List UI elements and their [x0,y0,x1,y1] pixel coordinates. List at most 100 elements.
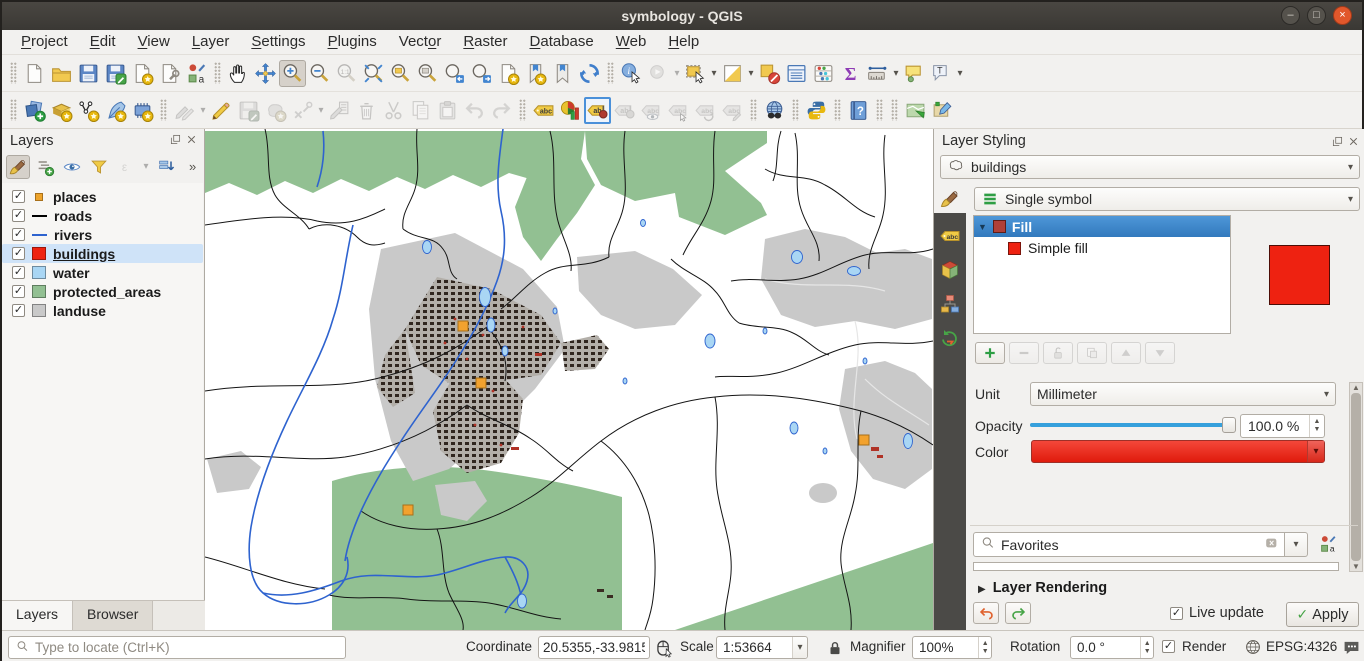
run-feature-action-button[interactable] [645,60,672,87]
current-edits-button[interactable] [171,97,198,124]
save-project-as-button[interactable] [102,60,129,87]
crs-label[interactable]: EPSG:4326 [1266,639,1337,654]
filter-by-expression-button[interactable]: ε [114,155,138,179]
cut-features-button[interactable] [380,97,407,124]
bookmark-manager-button[interactable] [549,60,576,87]
float-panel-icon[interactable] [169,133,182,146]
new-print-layout-button[interactable] [129,60,156,87]
feature-action-dropdown[interactable]: ▾ [672,68,682,79]
close-panel-icon[interactable] [185,133,198,146]
protected-areas-checkbox[interactable]: ✓ [12,285,25,298]
manage-map-themes-button[interactable] [60,155,84,179]
menu-item-view[interactable]: View [127,30,181,55]
move-up-button[interactable] [1111,342,1141,364]
scroll-down-icon[interactable]: ▼ [1352,562,1360,571]
menu-item-database[interactable]: Database [519,30,605,55]
rotate-label-button[interactable]: abc [692,97,719,124]
menu-item-raster[interactable]: Raster [452,30,518,55]
layer-row-rivers[interactable]: ✓ rivers [2,225,203,244]
magnifier-input[interactable] [913,640,978,655]
tab-symbology[interactable] [937,186,963,212]
plugin-maptools-button[interactable] [902,97,929,124]
annotation-dropdown[interactable]: ▾ [955,68,965,79]
advanced-digitizing-dropdown[interactable]: ▾ [316,105,326,116]
remove-symbol-layer-button[interactable] [1009,342,1039,364]
select-by-form-dropdown[interactable]: ▾ [746,68,756,79]
modify-attributes-button[interactable] [326,97,353,124]
unit-combo[interactable]: Millimeter ▾ [1030,382,1336,406]
new-virtual-layer-button[interactable] [129,97,156,124]
tab-browser[interactable]: Browser [73,601,153,630]
new-geopackage-layer-button[interactable] [48,97,75,124]
open-project-button[interactable] [48,60,75,87]
lock-color-button[interactable] [1043,342,1073,364]
toolbar-grip[interactable] [519,99,526,121]
menu-item-vector[interactable]: Vector [388,30,453,55]
menu-item-settings[interactable]: Settings [240,30,316,55]
live-update-checkbox[interactable]: ✓ [1170,607,1183,620]
pin-labels-button[interactable]: ab [584,97,611,124]
measure-dropdown[interactable]: ▾ [891,68,901,79]
toolbar-grip[interactable] [10,99,17,121]
advanced-digitizing-button[interactable] [289,97,316,124]
tab-history[interactable] [937,325,963,351]
toolbar-grip[interactable] [607,62,614,84]
tab-layers[interactable]: Layers [2,601,73,630]
refresh-map-button[interactable] [576,60,603,87]
data-source-manager-button[interactable] [21,97,48,124]
plugin-quickmap-button[interactable] [929,97,956,124]
roads-checkbox[interactable]: ✓ [12,209,25,222]
close-button[interactable]: × [1333,6,1352,25]
zoom-full-button[interactable] [360,60,387,87]
mouse-position-icon[interactable] [654,638,674,658]
statistics-button[interactable]: Σ [837,60,864,87]
save-layer-edits-button[interactable] [235,97,262,124]
slider-handle[interactable] [1222,417,1236,433]
symbol-list[interactable] [973,562,1339,571]
render-checkbox[interactable]: ✓ [1162,640,1175,653]
opacity-slider[interactable] [1030,416,1236,434]
menu-item-edit[interactable]: Edit [79,30,127,55]
filter-expression-dropdown[interactable]: ▾ [141,161,151,172]
color-dropdown[interactable]: ▾ [1307,441,1324,462]
new-project-button[interactable] [21,60,48,87]
magnifier-spinbox[interactable]: ▲▼ [912,636,992,659]
zoom-in-button[interactable] [279,60,306,87]
layout-manager-button[interactable] [156,60,183,87]
zoom-to-selection-button[interactable] [387,60,414,87]
processing-toolbox-button[interactable] [810,60,837,87]
layer-rendering-section[interactable]: ▶Layer Rendering [978,580,1107,596]
toolbar-grip[interactable] [876,99,883,121]
new-scratch-layer-button[interactable] [102,97,129,124]
toolbar-grip[interactable] [891,99,898,121]
identify-features-button[interactable]: i [618,60,645,87]
digitize-with-segment-button[interactable] [262,97,289,124]
layer-row-places[interactable]: ✓ places [2,187,203,206]
collapse-arrow-icon[interactable]: ▶ [978,584,986,595]
menu-item-layer[interactable]: Layer [181,30,241,55]
layer-diagram-button[interactable] [557,97,584,124]
current-edits-dropdown[interactable]: ▾ [198,105,208,116]
renderer-combo[interactable]: Single symbol ▾ [974,187,1360,211]
map-canvas[interactable] [205,129,933,630]
landuse-checkbox[interactable]: ✓ [12,304,25,317]
layer-row-buildings[interactable]: ✓ buildings [2,244,203,263]
layer-labeling-button[interactable]: abc [530,97,557,124]
styling-scrollbar[interactable]: ▲ ▼ [1349,382,1363,572]
menu-item-web[interactable]: Web [605,30,658,55]
symbol-tree-simple-fill-row[interactable]: Simple fill [974,237,1230,259]
color-button[interactable]: ▾ [1031,440,1325,463]
favorites-dropdown[interactable]: ▾ [1285,532,1308,557]
layer-row-landuse[interactable]: ✓ landuse [2,301,203,320]
show-hide-labels-button[interactable]: abc [638,97,665,124]
spin-arrows[interactable]: ▲▼ [1140,637,1153,658]
delete-selected-button[interactable] [353,97,380,124]
messages-icon[interactable] [1342,638,1361,657]
layer-row-water[interactable]: ✓ water [2,263,203,282]
toolbar-overflow-icon[interactable]: » [189,159,196,174]
open-layer-styling-button[interactable] [6,155,30,179]
apply-button[interactable]: ✓ Apply [1286,602,1359,627]
coordinate-box[interactable] [538,636,650,659]
water-checkbox[interactable]: ✓ [12,266,25,279]
toolbar-grip[interactable] [10,62,17,84]
